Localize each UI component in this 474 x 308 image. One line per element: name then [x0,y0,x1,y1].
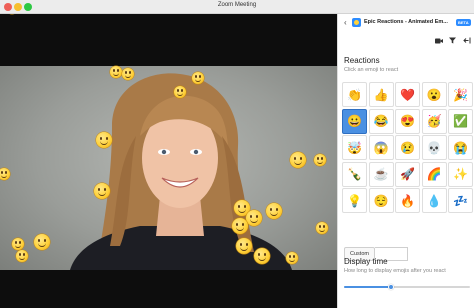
emoji-button-rocket[interactable]: 🚀 [395,161,420,187]
heart-eyes-icon: 😍 [400,114,415,128]
floating-emoji [314,154,326,166]
floating-emoji [246,210,262,226]
exploding-head-icon: 🤯 [347,140,362,155]
collapse-icon[interactable] [462,36,471,45]
slider-thumb[interactable] [387,284,394,290]
check-mark-icon: ✅ [453,114,468,128]
rocket-icon: 🚀 [400,167,415,181]
relieved-face-icon: 😌 [373,193,389,208]
laughing-face-icon: 😂 [373,114,389,128]
participant-video [0,66,337,270]
clapping-hands-icon: 👏 [347,87,362,102]
video-area [0,14,337,308]
grinning-face-icon: 😀 [347,114,362,128]
floating-emoji [174,86,186,98]
floating-emoji [236,238,252,254]
reactions-subtitle: Click an emoji to react [344,67,399,73]
emoji-button-bottle[interactable]: 🍾 [342,161,367,187]
floating-emoji [16,250,28,262]
floating-emoji [122,68,134,80]
display-time-title: Display time [344,257,388,266]
skull-icon: 💀 [426,140,442,155]
app-name: Epic Reactions - Animated Em... [364,19,448,25]
emoji-button-heart-eyes[interactable]: 😍 [395,108,420,134]
emoji-button-light-bulb[interactable]: 💡 [342,188,367,213]
zzz-icon: 💤 [453,193,468,208]
emoji-button-red-heart[interactable]: ❤️ [395,82,420,107]
rainbow-icon: 🌈 [426,167,442,181]
emoji-button-party-popper[interactable]: 🎉 [448,82,473,107]
emoji-button-astonished-face[interactable]: 😮 [421,82,447,107]
filter-icon[interactable] [448,36,457,45]
emoji-button-rainbow[interactable]: 🌈 [421,161,447,187]
droplet-icon: 💧 [426,193,442,208]
emoji-button-clapping-hands[interactable]: 👏 [342,82,367,107]
emoji-button-exploding-head[interactable]: 🤯 [342,135,367,160]
emoji-button-sparkles[interactable]: ✨ [448,161,473,187]
emoji-button-thumbs-up[interactable]: 👍 [368,82,394,107]
participant-silhouette [70,73,292,270]
emoji-button-droplet[interactable]: 💧 [421,188,447,213]
floating-emoji [12,238,24,250]
coffee-icon: ☕ [373,167,389,181]
reactions-title: Reactions [344,56,380,65]
floating-emoji [316,222,328,234]
sparkles-icon: ✨ [453,167,468,181]
app-icon [352,17,361,27]
emoji-button-skull[interactable]: 💀 [421,135,447,160]
thumbs-up-icon: 👍 [373,87,389,102]
display-time-slider[interactable] [344,284,470,290]
floating-emoji [192,72,204,84]
emoji-button-relieved-face[interactable]: 😌 [368,188,394,213]
floating-emoji [96,132,112,148]
window-title: Zoom Meeting [217,2,257,8]
emoji-button-partying-face[interactable]: 🥳 [421,108,447,134]
astonished-face-icon: 😮 [426,87,442,102]
panel-toolbar [434,36,471,45]
light-bulb-icon: 💡 [347,193,362,208]
floating-emoji [290,152,306,168]
floating-emoji [110,66,122,78]
red-heart-icon: ❤️ [400,87,415,102]
partying-face-icon: 🥳 [426,114,442,128]
emoji-button-laughing-face[interactable]: 😂 [368,108,394,134]
bottle-icon: 🍾 [347,167,362,181]
video-icon[interactable] [434,36,443,45]
screaming-face-icon: 😱 [373,140,389,155]
party-popper-icon: 🎉 [453,87,468,102]
emoji-button-screaming-face[interactable]: 😱 [368,135,394,160]
reactions-panel: ‹ Epic Reactions - Animated Em... BETA R… [337,14,474,308]
floating-emoji [254,248,270,264]
emoji-button-check-mark[interactable]: ✅ [448,108,473,134]
window-titlebar: Zoom Meeting [0,0,474,14]
floating-emoji [286,252,298,264]
emoji-button-zzz[interactable]: 💤 [448,188,473,213]
crying-face-icon: 😭 [453,140,468,155]
emoji-button-fire[interactable]: 🔥 [395,188,420,213]
emoji-grid: 👏 👍 ❤️ 😮 🎉 😀 😂 😍 🥳 ✅ 🤯 😱 😢 💀 😭 🍾 ☕ 🚀 🌈 ✨ 💡 😌 🔥 💧 💤 [342,82,474,213]
emoji-button-crying-face[interactable]: 😭 [448,135,473,160]
fire-icon: 🔥 [400,193,415,208]
floating-emoji [232,218,248,234]
sad-face-icon: 😢 [400,140,415,155]
floating-emoji [266,203,282,219]
display-time-subtitle: How long to display emojis after you rea… [344,268,446,274]
emoji-button-sad-face[interactable]: 😢 [395,135,420,160]
floating-emoji [94,183,110,199]
emoji-button-coffee[interactable]: ☕ [368,161,394,187]
floating-emoji [34,234,50,250]
panel-header: ‹ Epic Reactions - Animated Em... BETA [338,14,474,30]
slider-fill [344,286,391,288]
emoji-button-grinning-face[interactable]: 😀 [342,108,367,134]
back-chevron-icon[interactable]: ‹ [344,18,352,27]
beta-badge: BETA [456,18,471,26]
